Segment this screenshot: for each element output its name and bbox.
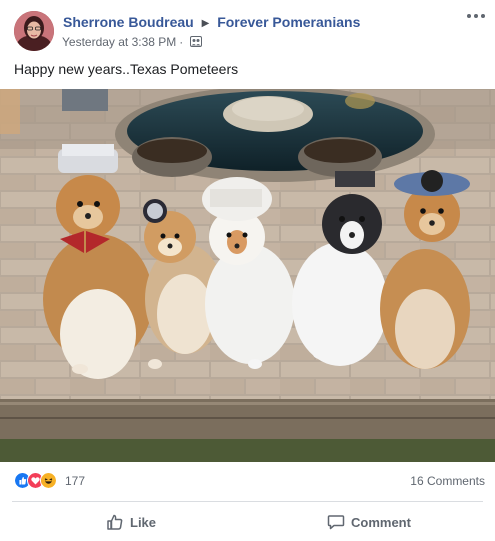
comment-count[interactable]: 16 Comments — [410, 474, 485, 488]
post-header: Sherrone Boudreau ▶ Forever Pomeranians … — [0, 0, 495, 58]
meta-separator: · — [179, 35, 184, 49]
more-options-icon[interactable] — [465, 7, 487, 25]
group-audience-icon[interactable] — [189, 36, 202, 47]
divider — [12, 501, 483, 502]
like-button[interactable]: Like — [106, 509, 156, 535]
group-name[interactable]: Forever Pomeranians — [217, 14, 360, 30]
timestamp[interactable]: Yesterday at 3:38 PM — [62, 35, 176, 49]
reaction-count[interactable]: 177 — [65, 474, 85, 488]
comment-bubble-icon — [327, 515, 345, 530]
post-photo[interactable] — [0, 89, 495, 462]
thumbs-up-icon — [107, 514, 123, 530]
comment-button[interactable]: Comment — [327, 509, 411, 535]
post-title: Sherrone Boudreau ▶ Forever Pomeranians — [63, 14, 360, 30]
post-meta: Yesterday at 3:38 PM · — [62, 35, 202, 49]
author-name[interactable]: Sherrone Boudreau — [63, 14, 194, 30]
post-text: Happy new years..Texas Pometeers — [14, 61, 239, 77]
right-triangle-icon: ▶ — [201, 18, 210, 29]
avatar[interactable] — [14, 11, 54, 51]
comment-label: Comment — [351, 514, 411, 530]
like-label: Like — [130, 514, 157, 530]
haha-reaction-icon — [40, 472, 57, 489]
